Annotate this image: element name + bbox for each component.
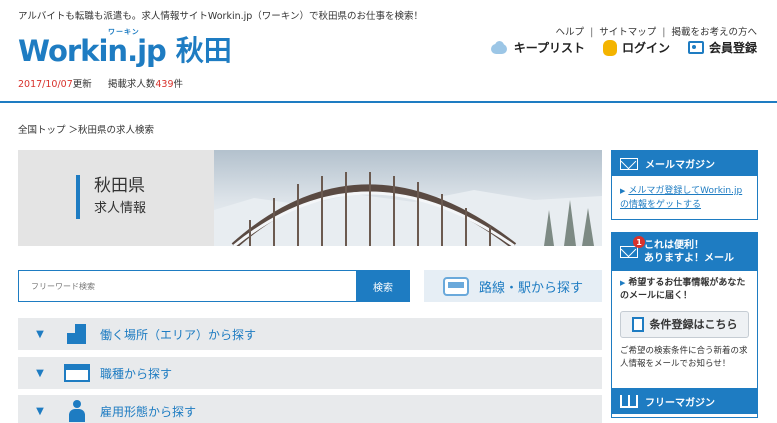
member-card-icon bbox=[687, 41, 704, 54]
accordion-job-type-label: 職種から探す bbox=[100, 366, 173, 381]
mail-magazine-box: メールマガジン ▶ メルマガ登録してWorkin.jpの情報をゲットする bbox=[611, 150, 758, 220]
alert-mail-note: ご希望の検索条件に合う新着の求人情報をメールでお知らせ！ bbox=[620, 346, 748, 369]
shop-icon bbox=[62, 362, 92, 384]
tagline: アルバイトも転職も派遣も。求人情報サイトWorkin.jp（ワーキン）で秋田県の… bbox=[18, 11, 424, 22]
bullet-icon: ▶ bbox=[620, 187, 626, 195]
search-button[interactable]: 検索 bbox=[356, 270, 410, 302]
alert-mail-lead: ▶ 希望するお仕事情報があなたのメールに届く！ bbox=[620, 277, 749, 303]
hero-subtitle: 求人情報 bbox=[94, 201, 147, 216]
train-icon bbox=[442, 276, 469, 296]
accordion-area[interactable]: ▼ 働く場所（エリア）から探す bbox=[18, 318, 602, 350]
mail-magazine-header: メールマガジン bbox=[612, 151, 757, 176]
chevron-down-icon: ▼ bbox=[36, 367, 44, 379]
accordion-area-label: 働く場所（エリア）から探す bbox=[100, 327, 257, 342]
utility-links: ヘルプ | サイトマップ | 掲載をお考えの方へ bbox=[555, 27, 757, 38]
route-station-search-button[interactable]: 路線・駅から探す bbox=[424, 270, 602, 302]
logo-prefecture: 秋田 bbox=[175, 34, 232, 67]
login-label: ログイン bbox=[621, 41, 670, 55]
free-word-search-input[interactable] bbox=[18, 270, 356, 302]
header-rule bbox=[0, 101, 777, 103]
listing-label: 掲載求人数 bbox=[107, 79, 156, 90]
search-row: 検索 路線・駅から探す bbox=[18, 270, 602, 302]
header-actions: キープリスト ログイン 会員登録 bbox=[489, 39, 757, 56]
help-link[interactable]: ヘルプ bbox=[556, 27, 585, 38]
listing-unit: 件 bbox=[173, 79, 184, 90]
chevron-down-icon: ▼ bbox=[36, 328, 44, 340]
alert-mail-title: これは便利！ ありますよ！メール bbox=[644, 239, 734, 265]
mail-magazine-body: ▶ メルマガ登録してWorkin.jpの情報をゲットする bbox=[612, 176, 757, 218]
free-magazine-box: フリーマガジン bbox=[611, 388, 758, 418]
logo-kana: ワーキン bbox=[108, 28, 140, 36]
route-station-label: 路線・駅から探す bbox=[478, 280, 583, 296]
site-logo[interactable]: ワーキン Workin.jp 秋田 bbox=[18, 28, 232, 68]
hero-title: 秋田県 求人情報 bbox=[76, 175, 146, 219]
alert-mail-header: 1 これは便利！ ありますよ！メール bbox=[612, 233, 757, 271]
register-button[interactable]: 会員登録 bbox=[687, 39, 757, 56]
hero-photo bbox=[214, 150, 602, 246]
hero-banner: 秋田県 求人情報 bbox=[18, 150, 602, 246]
register-label: 会員登録 bbox=[708, 41, 757, 55]
logo-word: Workin.jp bbox=[18, 34, 167, 68]
cloud-icon bbox=[489, 40, 509, 55]
keep-list-label: キープリスト bbox=[513, 41, 585, 55]
mail-magazine-title: メールマガジン bbox=[645, 160, 715, 171]
logo-word-domain: .jp bbox=[127, 34, 167, 68]
alert-mail-title-line2: ありますよ！メール bbox=[644, 253, 734, 264]
free-magazine-header[interactable]: フリーマガジン bbox=[612, 389, 757, 414]
bullet-icon: ▶ bbox=[620, 279, 626, 287]
condition-register-label: 条件登録はこちら bbox=[649, 318, 738, 331]
alert-mail-lead-text: 希望するお仕事情報があなたのメールに届く！ bbox=[620, 278, 746, 301]
update-date: 2017/10/07 bbox=[18, 79, 73, 90]
alert-mail-title-line1: これは便利！ bbox=[644, 240, 704, 251]
logo-word-main: Workin bbox=[18, 34, 128, 68]
accordion-employment-type[interactable]: ▼ 雇用形態から探す bbox=[18, 395, 602, 423]
envelope-icon bbox=[620, 157, 638, 170]
listing-count: 439 bbox=[155, 79, 174, 90]
notification-badge: 1 bbox=[633, 236, 645, 248]
mail-magazine-link[interactable]: メルマガ登録してWorkin.jpの情報をゲットする bbox=[620, 186, 742, 210]
person-icon bbox=[62, 400, 92, 422]
note-icon bbox=[631, 317, 644, 332]
hand-icon bbox=[602, 39, 617, 56]
accordion-employment-type-label: 雇用形態から探す bbox=[100, 404, 197, 419]
free-magazine-title: フリーマガジン bbox=[645, 398, 715, 409]
hero-title-prefecture: 秋田県 bbox=[94, 176, 145, 196]
breadcrumb[interactable]: 全国トップ ＞秋田県の求人検索 bbox=[18, 122, 154, 136]
update-suffix: 更新 bbox=[72, 79, 92, 90]
login-button[interactable]: ログイン bbox=[602, 39, 670, 56]
buildings-icon bbox=[62, 323, 92, 345]
alert-mail-box: 1 これは便利！ ありますよ！メール ▶ 希望するお仕事情報があなたのメールに届く… bbox=[611, 232, 758, 402]
condition-register-button[interactable]: 条件登録はこちら bbox=[620, 311, 749, 338]
chevron-down-icon: ▼ bbox=[36, 405, 44, 417]
sitemap-link[interactable]: サイトマップ bbox=[599, 27, 656, 38]
advertiser-link[interactable]: 掲載をお考えの方へ bbox=[671, 27, 757, 38]
accordion-job-type[interactable]: ▼ 職種から探す bbox=[18, 357, 602, 389]
update-info: 2017/10/07更新 掲載求人数439件 bbox=[18, 76, 183, 90]
keep-list-button[interactable]: キープリスト bbox=[489, 39, 585, 56]
alert-mail-body: ▶ 希望するお仕事情報があなたのメールに届く！ 条件登録はこちら ご希望の検索条件… bbox=[612, 271, 757, 377]
book-icon bbox=[620, 395, 638, 408]
